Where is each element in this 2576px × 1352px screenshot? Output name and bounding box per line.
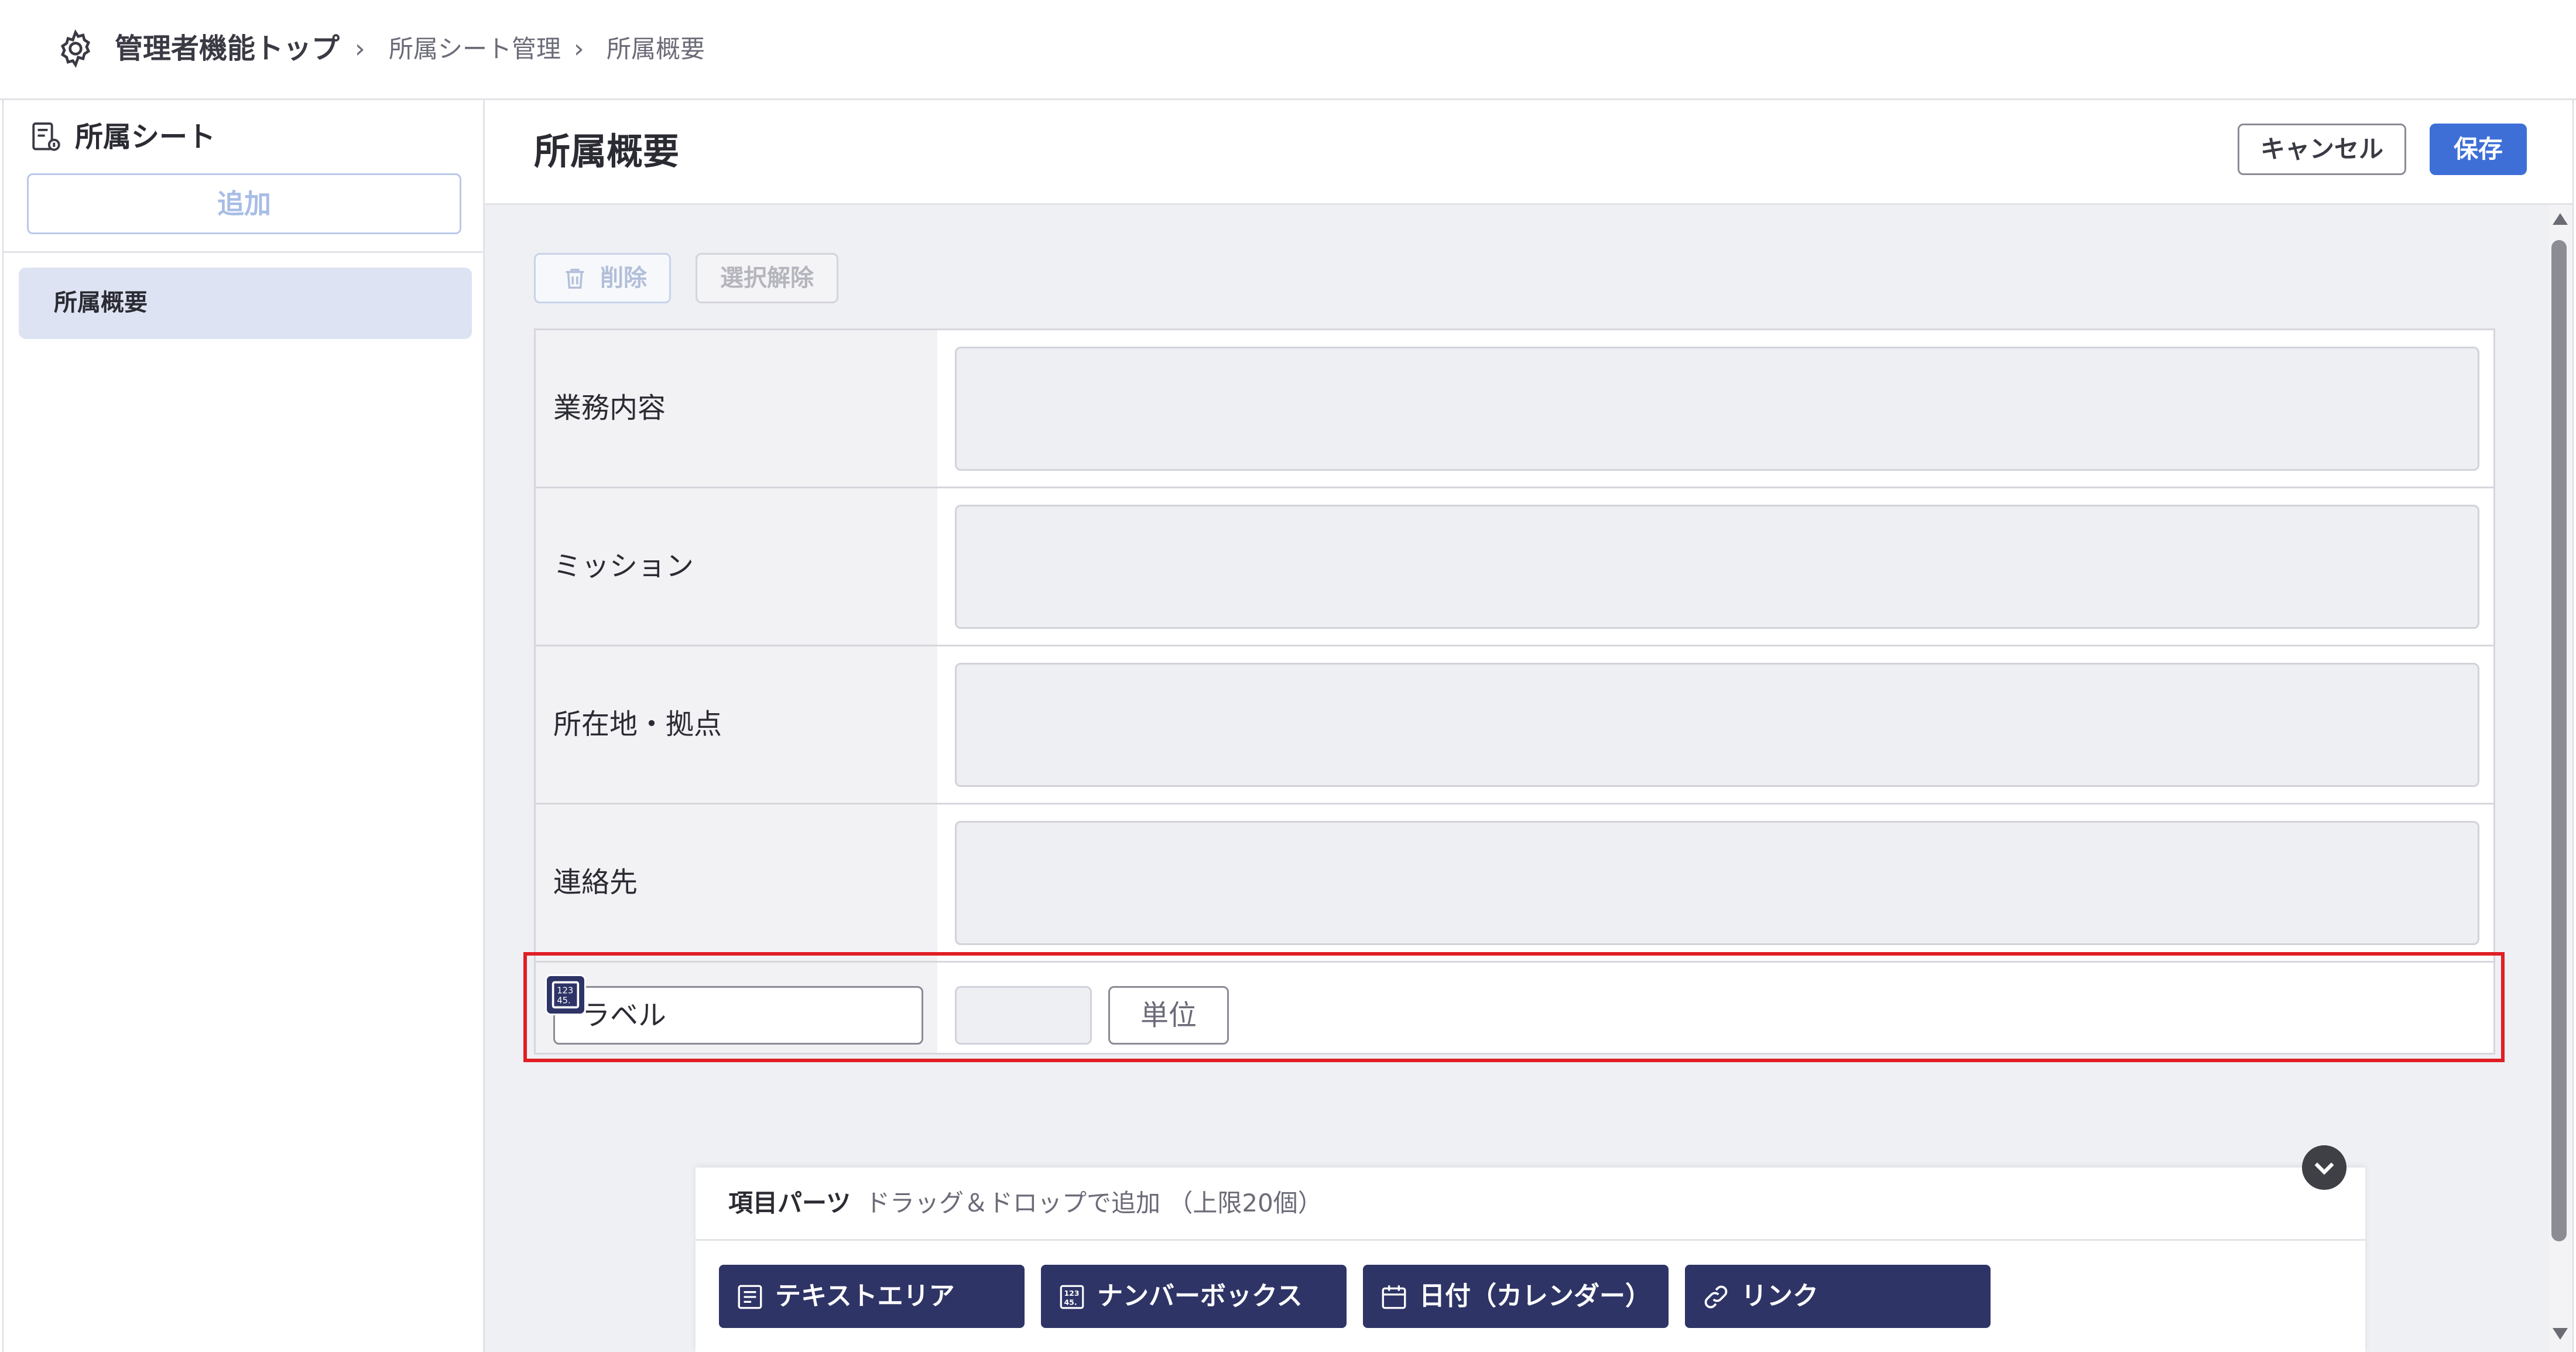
form-row: 連絡先 [536,805,2493,963]
main-header: 所属概要 キャンセル 保存 [485,100,2572,205]
sheet-list-icon [32,122,60,151]
part-link-button[interactable]: リンク [1685,1265,1991,1328]
part-calendar-button[interactable]: 日付（カレンダー） [1363,1265,1669,1328]
add-sheet-button[interactable]: 追加 [27,173,461,234]
breadcrumb-current: 所属概要 [607,35,705,63]
palette-hint: ドラッグ＆ドロップで追加 （上限20個） [865,1189,1323,1217]
part-number-box-button[interactable]: 123 45. ナンバーボックス [1041,1265,1347,1328]
save-button[interactable]: 保存 [2430,124,2527,175]
trash-icon [566,268,584,289]
link-icon [1704,1285,1728,1309]
row-label: 所在地・拠点 [553,708,722,741]
page-title: 所属概要 [534,130,680,173]
form-row: 所在地・拠点 [536,646,2493,805]
number-box-icon: 123 45. [1060,1285,1084,1309]
calendar-icon [1382,1285,1406,1309]
form-row: ミッション [536,488,2493,646]
row-label: 連絡先 [553,866,638,899]
palette-title: 項目パーツ [728,1189,851,1217]
text-area-icon [738,1285,762,1309]
scrollbar-thumb[interactable] [2551,240,2567,1241]
row-label-cell: 連絡先 [536,805,937,961]
clear-selection-button[interactable]: 選択解除 [696,253,838,303]
form-row: 業務内容 [536,330,2493,488]
location-textarea[interactable] [955,663,2479,787]
scroll-up-arrow-icon[interactable] [2553,213,2568,225]
mission-textarea[interactable] [955,505,2479,629]
row-label: ミッション [553,550,694,583]
palette-header: 項目パーツ ドラッグ＆ドロップで追加 （上限20個） [696,1168,2365,1241]
business-content-textarea[interactable] [955,347,2479,471]
svg-text:45.: 45. [1064,1298,1077,1307]
row-label: 業務内容 [553,392,666,425]
row-label-cell: 所在地・拠点 [536,646,937,803]
contact-textarea[interactable] [955,821,2479,945]
chevron-right-icon: › [355,34,365,64]
chevron-down-icon[interactable] [2302,1145,2347,1190]
svg-text:123: 123 [1064,1289,1079,1298]
part-label: 日付（カレンダー） [1419,1281,1651,1311]
part-text-area-button[interactable]: テキストエリア [719,1265,1025,1328]
sidebar-title: 所属シート [75,121,216,153]
highlight-frame [523,952,2505,1062]
cancel-button[interactable]: キャンセル [2238,124,2406,175]
sidebar-item-overview[interactable]: 所属概要 [19,268,472,339]
part-label: ナンバーボックス [1097,1281,1303,1311]
divider [4,251,483,253]
part-label: リンク [1741,1281,1818,1311]
delete-label: 削除 [600,265,647,292]
breadcrumb: 管理者機能トップ › 所属シート管理 › 所属概要 [0,0,2576,100]
row-label-cell: ミッション [536,488,937,645]
breadcrumb-root-link[interactable]: 管理者機能トップ [115,29,340,68]
sidebar: 所属シート 追加 所属概要 [4,100,485,1352]
chevron-right-icon: › [574,34,584,64]
delete-button[interactable]: 削除 [534,253,671,303]
row-label-cell: 業務内容 [536,330,937,487]
form-table: 業務内容 ミッション 所在地・拠点 連絡先 ラベル 123 45. 単位 [534,328,2495,1055]
breadcrumb-sheet-management-link[interactable]: 所属シート管理 [389,30,561,68]
scroll-down-arrow-icon[interactable] [2553,1328,2568,1340]
part-label: テキストエリア [775,1281,955,1311]
gear-icon[interactable] [55,28,96,69]
sidebar-item-label: 所属概要 [54,289,148,316]
